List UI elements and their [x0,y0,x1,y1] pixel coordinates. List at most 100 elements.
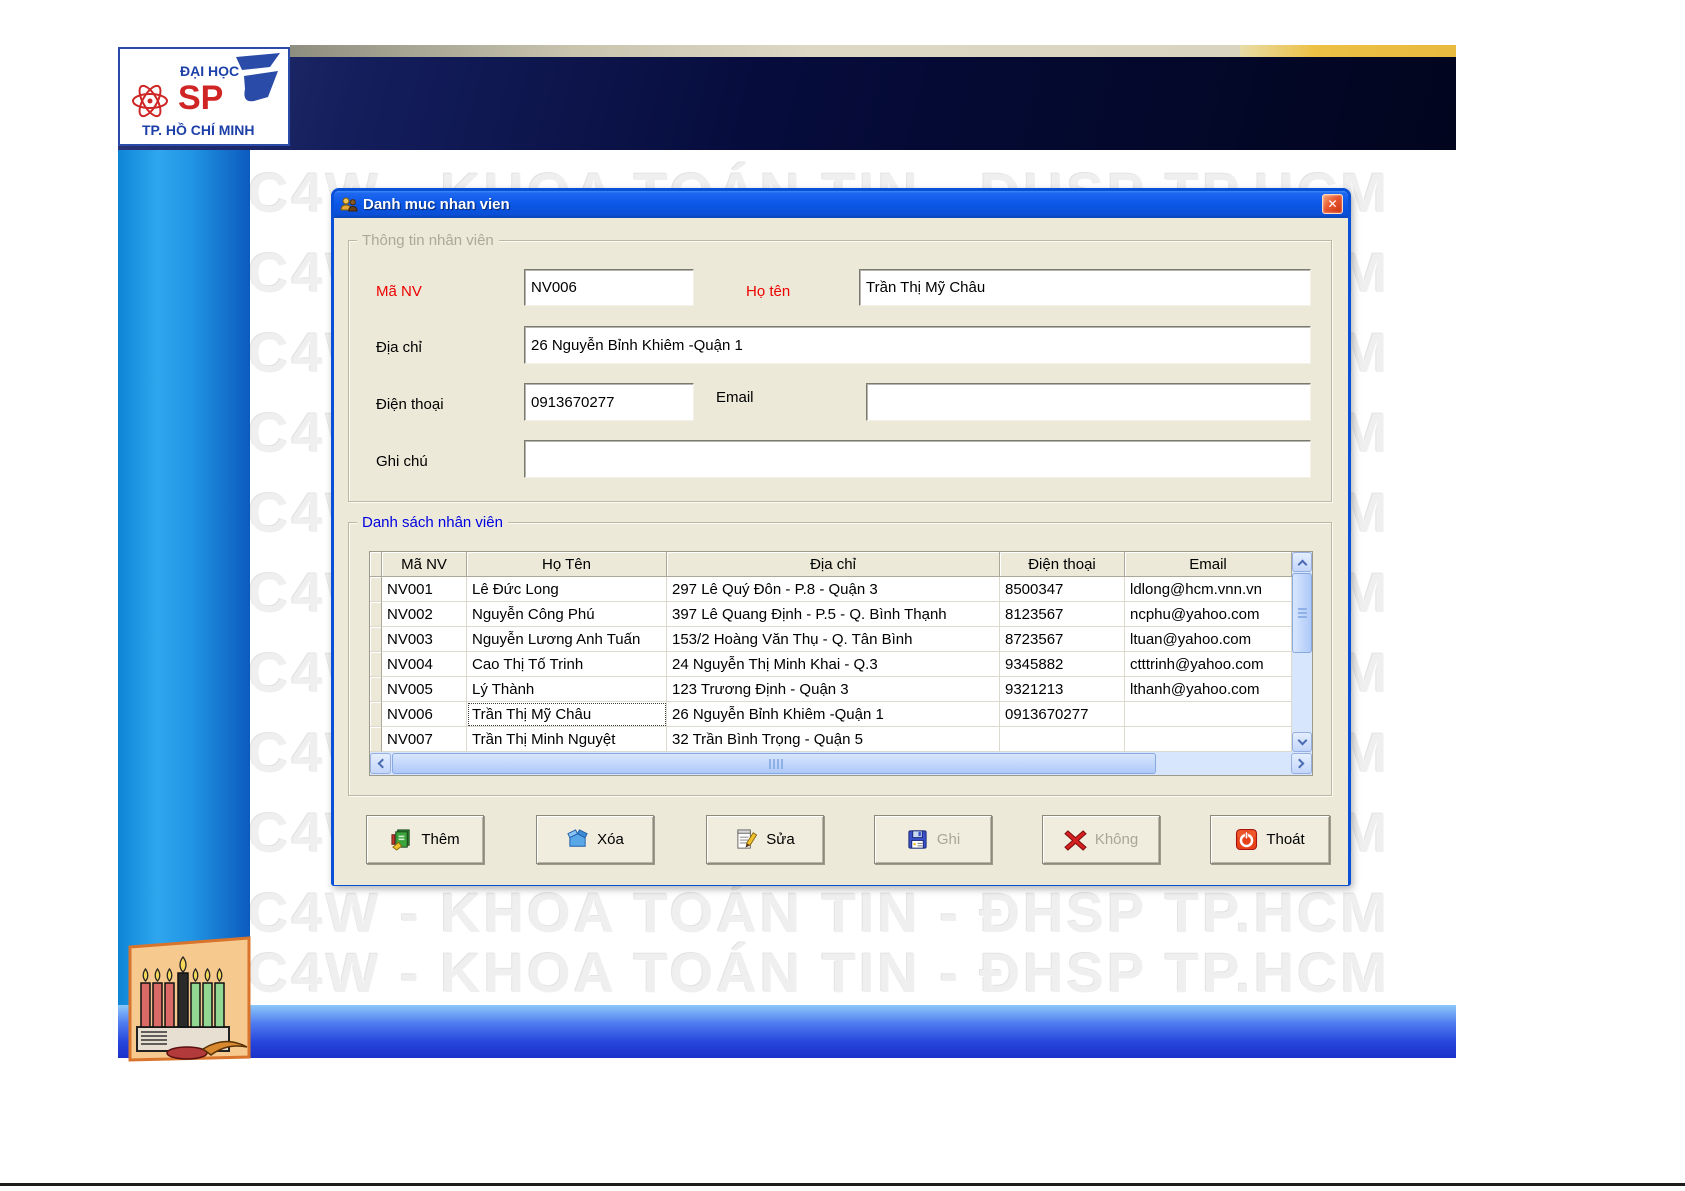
cell-ma-nv[interactable]: NV003 [382,627,467,652]
left-blue-strip [118,150,250,1005]
cell-email[interactable]: ltuan@yahoo.com [1125,627,1292,652]
table-row[interactable]: NV001 Lê Đức Long 297 Lê Quý Đôn - P.8 -… [370,577,1292,602]
cell-dia-chi[interactable]: 26 Nguyễn Bỉnh Khiêm -Quận 1 [667,702,1000,727]
khong-button[interactable]: Không [1042,815,1160,864]
sua-button[interactable]: Sửa [706,815,824,864]
cell-dien-thoai[interactable]: 8123567 [1000,602,1125,627]
table-row[interactable]: NV007 Trần Thị Minh Nguyệt 32 Trần Bình … [370,727,1292,752]
cell-dia-chi[interactable]: 32 Trần Bình Trọng - Quận 5 [667,727,1000,752]
watermark-text: C4W - KHOA TOÁN TIN - ĐHSP TP.HCM [248,940,1443,1005]
cell-ho-ten[interactable]: Nguyễn Lương Anh Tuấn [467,627,667,652]
close-button[interactable]: ✕ [1322,194,1343,214]
people-icon [340,196,358,214]
vertical-scroll-thumb[interactable] [1292,573,1312,653]
table-row[interactable]: NV003 Nguyễn Lương Anh Tuấn 153/2 Hoàng … [370,627,1292,652]
ghi-chu-field[interactable] [524,440,1311,478]
ho-ten-field[interactable] [859,269,1311,306]
table-row[interactable]: NV005 Lý Thành 123 Trương Định - Quận 3 … [370,677,1292,702]
cell-ma-nv[interactable]: NV006 [382,702,467,727]
row-selector[interactable] [370,727,382,752]
exit-icon [1235,828,1258,851]
column-header-email[interactable]: Email [1125,552,1292,577]
cell-dia-chi[interactable]: 123 Trương Định - Quận 3 [667,677,1000,702]
cell-ma-nv[interactable]: NV007 [382,727,467,752]
cell-ho-ten[interactable]: Trần Thị Minh Nguyệt [467,727,667,752]
cell-email[interactable]: ctttrinh@yahoo.com [1125,652,1292,677]
cell-email[interactable]: ncphu@yahoo.com [1125,602,1292,627]
ghi-button[interactable]: Ghi [874,815,992,864]
cell-ho-ten-focused[interactable]: Trần Thị Mỹ Châu [467,702,667,727]
row-selector[interactable] [370,602,382,627]
cell-ma-nv[interactable]: NV002 [382,602,467,627]
dia-chi-field[interactable] [524,326,1311,364]
cell-dien-thoai[interactable]: 0913670277 [1000,702,1125,727]
cell-ho-ten[interactable]: Cao Thị Tố Trinh [467,652,667,677]
logo-graphic: ĐẠI HỌC SP TP. HỒ CHÍ MINH [120,49,288,144]
candles-clipart [127,935,252,1062]
list-groupbox: Danh sách nhân viên Mã NV Họ Tên Địa chỉ… [348,522,1332,796]
row-selector[interactable] [370,627,382,652]
thoat-button[interactable]: Thoát [1210,815,1330,864]
cell-dia-chi[interactable]: 153/2 Hoàng Văn Thụ - Q. Tân Bình [667,627,1000,652]
cell-dien-thoai[interactable]: 8723567 [1000,627,1125,652]
horizontal-scroll-thumb[interactable] [392,753,1156,774]
cell-ma-nv[interactable]: NV001 [382,577,467,602]
horizontal-scrollbar[interactable] [370,752,1312,775]
cell-ho-ten[interactable]: Lê Đức Long [467,577,667,602]
cell-email[interactable] [1125,702,1292,727]
scroll-left-button[interactable] [370,753,391,774]
table-row-selected[interactable]: NV006 Trần Thị Mỹ Châu 26 Nguyễn Bỉnh Kh… [370,702,1292,727]
cell-email[interactable]: ldlong@hcm.vnn.vn [1125,577,1292,602]
column-header-ma-nv[interactable]: Mã NV [382,552,467,577]
row-selector[interactable] [370,677,382,702]
cell-dien-thoai[interactable]: 8500347 [1000,577,1125,602]
table-row[interactable]: NV002 Nguyễn Công Phú 397 Lê Quang Định … [370,602,1292,627]
vertical-scrollbar[interactable] [1292,552,1312,752]
table-row[interactable]: NV004 Cao Thị Tố Trinh 24 Nguyễn Thị Min… [370,652,1292,677]
ghi-chu-label: Ghi chú [376,453,428,470]
chevron-left-icon [378,759,388,769]
them-button[interactable]: Thêm [366,815,484,864]
edit-icon [735,828,758,851]
dien-thoai-field[interactable] [524,383,694,421]
ma-nv-label: Mã NV [376,283,422,300]
cancel-icon [1064,828,1087,851]
cell-dia-chi[interactable]: 24 Nguyễn Thị Minh Khai - Q.3 [667,652,1000,677]
cell-dien-thoai[interactable] [1000,727,1125,752]
column-header-dia-chi[interactable]: Địa chỉ [667,552,1000,577]
email-field[interactable] [866,383,1311,421]
row-selector[interactable] [370,577,382,602]
cell-dien-thoai[interactable]: 9345882 [1000,652,1125,677]
scroll-right-button[interactable] [1291,753,1312,774]
cell-dien-thoai[interactable]: 9321213 [1000,677,1125,702]
xoa-button[interactable]: Xóa [536,815,654,864]
them-button-label: Thêm [421,831,459,848]
khong-button-label: Không [1095,831,1138,848]
dialog-body: Thông tin nhân viên Mã NV Họ tên Địa chỉ… [334,218,1348,885]
bottom-blue-bar [118,1005,1456,1058]
row-selector[interactable] [370,702,382,727]
cell-dia-chi[interactable]: 297 Lê Quý Đôn - P.8 - Quận 3 [667,577,1000,602]
logo-s-shape [236,53,280,70]
cell-ho-ten[interactable]: Lý Thành [467,677,667,702]
dialog-titlebar[interactable]: Danh muc nhan vien ✕ [334,191,1348,218]
ma-nv-field[interactable] [524,269,694,306]
cell-email[interactable] [1125,727,1292,752]
cell-ho-ten[interactable]: Nguyễn Công Phú [467,602,667,627]
scroll-up-button[interactable] [1292,552,1312,572]
cell-ma-nv[interactable]: NV005 [382,677,467,702]
dia-chi-label: Địa chỉ [376,339,422,356]
scroll-down-button[interactable] [1292,732,1312,752]
row-selector-header [370,552,382,577]
column-header-dien-thoai[interactable]: Điện thoại [1000,552,1125,577]
cell-ma-nv[interactable]: NV004 [382,652,467,677]
column-header-ho-ten[interactable]: Họ Tên [467,552,667,577]
cell-email[interactable]: lthanh@yahoo.com [1125,677,1292,702]
atom-icon [148,99,153,104]
save-icon [906,828,929,851]
cell-dia-chi[interactable]: 397 Lê Quang Định - P.5 - Q. Bình Thạnh [667,602,1000,627]
watermark-text: C4W - KHOA TOÁN TIN - ĐHSP TP.HCM [248,880,1443,945]
row-selector[interactable] [370,652,382,677]
ghi-button-label: Ghi [937,831,960,848]
list-group-title: Danh sách nhân viên [357,514,508,531]
